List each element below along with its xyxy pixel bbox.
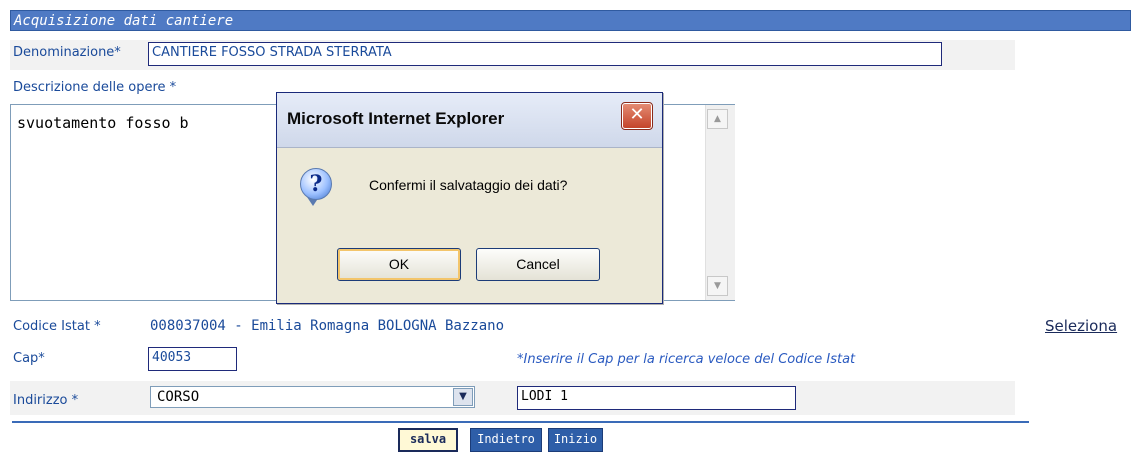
descrizione-label: Descrizione delle opere *	[13, 80, 177, 95]
indirizzo-label: Indirizzo *	[13, 393, 79, 408]
denominazione-input[interactable]: CANTIERE FOSSO STRADA STERRATA	[148, 42, 942, 66]
salva-button[interactable]: salva	[398, 428, 458, 452]
denominazione-label: Denominazione*	[13, 45, 121, 60]
descrizione-scrollbar[interactable]	[705, 105, 735, 300]
cap-input[interactable]: 40053	[148, 347, 237, 371]
ok-button[interactable]: OK	[337, 248, 461, 281]
seleziona-link[interactable]: Seleziona	[1045, 317, 1117, 335]
section-title: Acquisizione dati cantiere	[10, 10, 1131, 31]
cap-label: Cap*	[13, 351, 45, 366]
indirizzo-street-input[interactable]: LODI 1	[517, 386, 796, 410]
codice-istat-value: 008037004 - Emilia Romagna BOLOGNA Bazza…	[150, 318, 505, 334]
indietro-button[interactable]: Indietro	[470, 428, 542, 452]
close-icon[interactable]: ✕	[621, 102, 653, 130]
dialog-title: Microsoft Internet Explorer	[287, 109, 505, 128]
codice-istat-label: Codice Istat *	[13, 319, 101, 334]
confirm-dialog: Microsoft Internet Explorer ✕ ? Confermi…	[276, 92, 663, 304]
indirizzo-type-select[interactable]: CORSO	[150, 386, 475, 408]
question-icon: ?	[300, 168, 332, 200]
dialog-message: Confermi il salvataggio dei dati?	[369, 177, 568, 193]
inizio-button[interactable]: Inizio	[548, 428, 603, 452]
scroll-up-icon[interactable]: ▲	[707, 109, 728, 129]
cancel-button[interactable]: Cancel	[476, 248, 600, 281]
cap-hint: *Inserire il Cap per la ricerca veloce d…	[517, 352, 856, 367]
chevron-down-icon[interactable]: ▼	[453, 388, 473, 406]
separator-line	[12, 421, 1029, 423]
descrizione-text: svuotamento fosso b	[17, 114, 189, 132]
scroll-down-icon[interactable]: ▼	[707, 276, 728, 296]
